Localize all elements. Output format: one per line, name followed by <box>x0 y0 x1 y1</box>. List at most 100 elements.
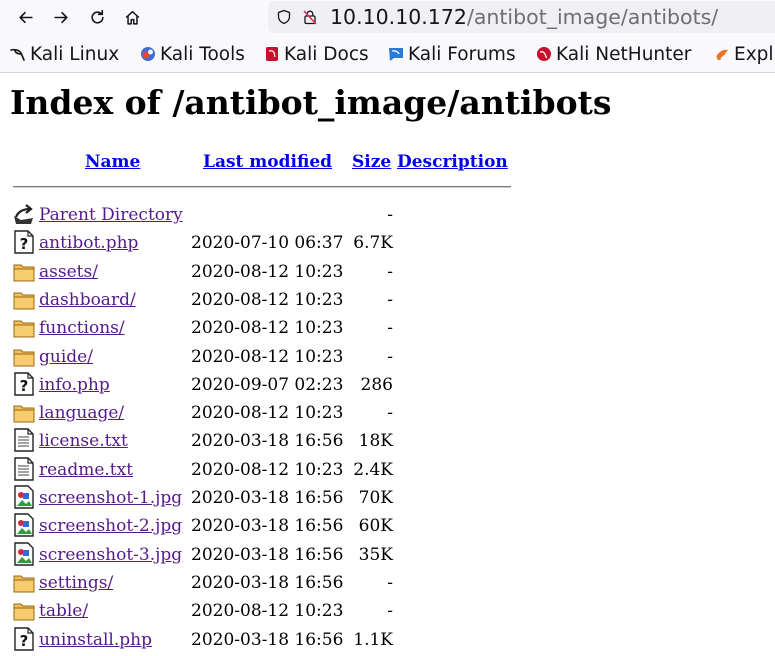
bookmark-kali-docs[interactable]: Kali Docs <box>264 41 369 67</box>
folder-icon <box>13 287 35 311</box>
unknown-file-icon: ? <box>13 372 35 396</box>
file-link[interactable]: table/ <box>39 600 88 622</box>
image-file-icon <box>13 513 35 537</box>
file-link[interactable]: info.php <box>39 374 110 396</box>
last-modified: 2020-08-12 10:23 <box>191 347 344 367</box>
url-text[interactable]: 10.10.10.172/antibot_image/antibots/ <box>330 3 718 31</box>
bookmark-label: Kali NetHunter <box>556 43 692 65</box>
last-modified: 2020-03-18 16:56 <box>191 630 344 650</box>
file-link[interactable]: settings/ <box>39 572 113 594</box>
text-file-icon <box>13 428 35 452</box>
folder-icon <box>13 570 35 594</box>
last-modified: 2020-07-10 06:37 <box>191 233 344 253</box>
file-size: 2.4K <box>353 460 393 480</box>
svg-text:?: ? <box>20 632 29 650</box>
home-icon <box>125 10 139 25</box>
file-link[interactable]: license.txt <box>39 430 128 452</box>
file-size: - <box>387 205 393 225</box>
file-link[interactable]: assets/ <box>39 261 98 283</box>
last-modified: 2020-08-12 10:23 <box>191 403 344 423</box>
kali-docs-icon <box>266 47 278 61</box>
file-size: - <box>387 318 393 338</box>
last-modified: 2020-03-18 16:56 <box>191 516 344 536</box>
bookmark-label: Expl <box>734 43 774 65</box>
kali-tools-icon <box>141 47 155 61</box>
sort-by-description-link[interactable]: Description <box>397 151 508 173</box>
file-link[interactable]: uninstall.php <box>39 629 152 651</box>
folder-icon <box>13 344 35 368</box>
bookmark-kali-linux[interactable]: Kali Linux <box>10 41 119 67</box>
sort-by-last-modified-link[interactable]: Last modified <box>203 151 332 173</box>
file-size: - <box>387 573 393 593</box>
svg-text:?: ? <box>20 377 29 395</box>
file-size: 70K <box>358 488 393 508</box>
folder-icon <box>13 315 35 339</box>
file-link[interactable]: screenshot-1.jpg <box>39 487 182 509</box>
file-link[interactable]: language/ <box>39 402 124 424</box>
table-row: screenshot-2.jpg 2020-03-18 16:56 60K <box>0 512 520 540</box>
sort-by-name-link[interactable]: Name <box>85 151 140 173</box>
url-bar[interactable]: 10.10.10.172/antibot_image/antibots/ <box>268 1 775 33</box>
image-file-icon <box>13 542 35 566</box>
bookmark-label: Kali Tools <box>160 43 245 65</box>
last-modified: 2020-09-07 02:23 <box>191 375 344 395</box>
folder-icon <box>13 598 35 622</box>
page-title: Index of /antibot_image/antibots <box>10 83 612 122</box>
file-link[interactable]: guide/ <box>39 346 93 368</box>
file-size: 60K <box>358 516 393 536</box>
bookmark-kali-forums[interactable]: Kali Forums <box>388 41 516 67</box>
reload-button[interactable] <box>83 4 111 30</box>
unknown-file-icon: ? <box>13 230 35 254</box>
tracking-shield-icon[interactable] <box>276 9 292 25</box>
file-size: 1.1K <box>353 630 393 650</box>
kali-dragon-icon <box>10 48 25 61</box>
file-size: - <box>387 262 393 282</box>
forward-arrow-icon <box>53 11 68 23</box>
bookmark-kali-tools[interactable]: Kali Tools <box>140 41 245 67</box>
back-button[interactable] <box>11 4 39 30</box>
table-row: license.txt 2020-03-18 16:56 18K <box>0 427 520 455</box>
bookmark-exploit-db[interactable]: Expl <box>714 41 774 67</box>
table-row: table/2020-08-12 10:23 - <box>0 597 520 625</box>
insecure-lock-icon[interactable] <box>302 9 318 25</box>
file-link[interactable]: functions/ <box>39 317 125 339</box>
parent-directory-icon <box>13 202 35 226</box>
file-size: 18K <box>358 431 393 451</box>
bookmark-label: Kali Docs <box>284 43 369 65</box>
folder-icon <box>13 259 35 283</box>
file-link[interactable]: antibot.php <box>39 232 138 254</box>
table-row: ? uninstall.php 2020-03-18 16:56 1.1K <box>0 626 520 654</box>
file-link[interactable]: screenshot-3.jpg <box>39 544 182 566</box>
last-modified: 2020-08-12 10:23 <box>191 601 344 621</box>
file-link[interactable]: screenshot-2.jpg <box>39 515 182 537</box>
table-row: functions/2020-08-12 10:23 - <box>0 314 520 342</box>
file-link[interactable]: Parent Directory <box>39 204 183 226</box>
last-modified: 2020-03-18 16:56 <box>191 573 344 593</box>
url-host: 10.10.10.172 <box>330 5 467 29</box>
sort-by-size-link[interactable]: Size <box>352 151 391 173</box>
file-link[interactable]: readme.txt <box>39 459 133 481</box>
file-size: - <box>387 290 393 310</box>
table-row: dashboard/2020-08-12 10:23 - <box>0 286 520 314</box>
forward-button[interactable] <box>47 4 75 30</box>
exploit-db-icon <box>716 49 728 60</box>
file-size: - <box>387 403 393 423</box>
bookmark-label: Kali Forums <box>408 43 516 65</box>
file-size: - <box>387 601 393 621</box>
file-size: - <box>387 347 393 367</box>
svg-text:?: ? <box>20 235 29 253</box>
url-path: /antibot_image/antibots/ <box>466 5 719 29</box>
bookmark-label: Kali Linux <box>30 43 120 65</box>
home-button[interactable] <box>118 4 146 30</box>
table-row: assets/2020-08-12 10:23 - <box>0 258 520 286</box>
text-file-icon <box>13 457 35 481</box>
file-size: 35K <box>358 545 393 565</box>
last-modified: 2020-08-12 10:23 <box>191 262 344 282</box>
last-modified: 2020-03-18 16:56 <box>191 488 344 508</box>
table-row: guide/2020-08-12 10:23 - <box>0 343 520 371</box>
table-row: readme.txt 2020-08-12 10:23 2.4K <box>0 456 520 484</box>
bookmark-kali-nethunter[interactable]: Kali NetHunter <box>536 41 691 67</box>
file-link[interactable]: dashboard/ <box>39 289 136 311</box>
table-row: screenshot-1.jpg 2020-03-18 16:56 70K <box>0 484 520 512</box>
page-content: Index of /antibot_image/antibots Name La… <box>0 73 775 656</box>
